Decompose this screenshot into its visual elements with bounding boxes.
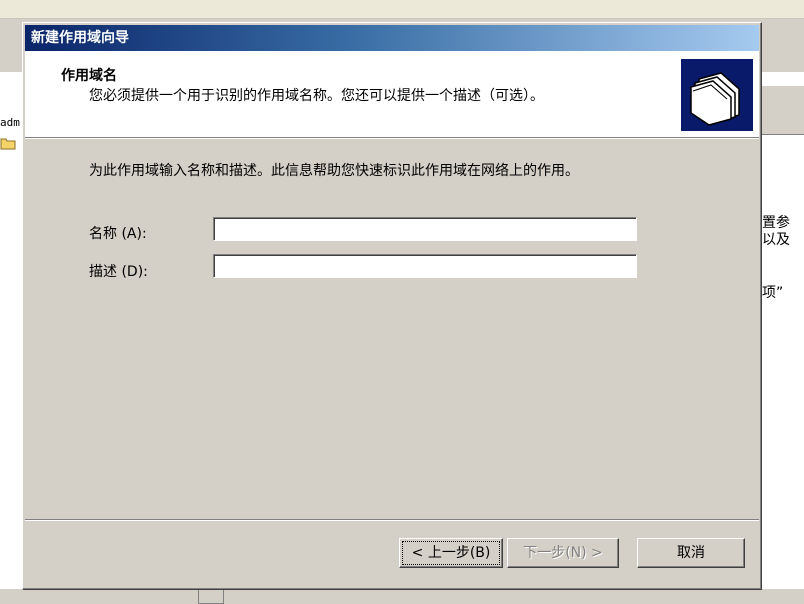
- description-label: 描述 (D):: [89, 264, 148, 280]
- background-details-header: [760, 86, 804, 135]
- wizard-header: 作用域名 您必须提供一个用于识别的作用域名称。您还可以提供一个描述（可选）。: [25, 51, 759, 138]
- scope-description-input[interactable]: [213, 254, 637, 278]
- folder-icon: [0, 138, 16, 150]
- background-text-line-3: 项”: [762, 285, 784, 301]
- background-menubar: [0, 0, 804, 19]
- background-details-pane: [760, 72, 804, 600]
- new-scope-wizard-dialog: 新建作用域向导 作用域名 您必须提供一个用于识别的作用域名称。您还可以提供一个描…: [22, 22, 762, 590]
- scope-name-input[interactable]: [213, 217, 637, 241]
- background-tree-text: adm: [0, 116, 20, 129]
- name-label: 名称 (A):: [89, 226, 147, 242]
- cancel-button[interactable]: 取消: [637, 538, 745, 568]
- header-title: 作用域名: [61, 68, 117, 84]
- intro-text: 为此作用域输入名称和描述。此信息帮助您快速标识此作用域在网络上的作用。: [89, 163, 579, 179]
- next-button[interactable]: 下一步(N) >: [507, 538, 619, 568]
- background-statusbar: [0, 588, 804, 603]
- folder-stack-icon: [690, 72, 740, 126]
- back-button[interactable]: < 上一步(B): [399, 538, 503, 568]
- header-separator: [25, 138, 759, 139]
- footer-separator-highlight: [25, 520, 759, 521]
- header-subtitle: 您必须提供一个用于识别的作用域名称。您还可以提供一个描述（可选）。: [89, 88, 544, 104]
- dialog-titlebar[interactable]: 新建作用域向导: [25, 25, 759, 51]
- background-text-line-2: 以及: [762, 232, 790, 248]
- header-icon-box: [681, 59, 753, 131]
